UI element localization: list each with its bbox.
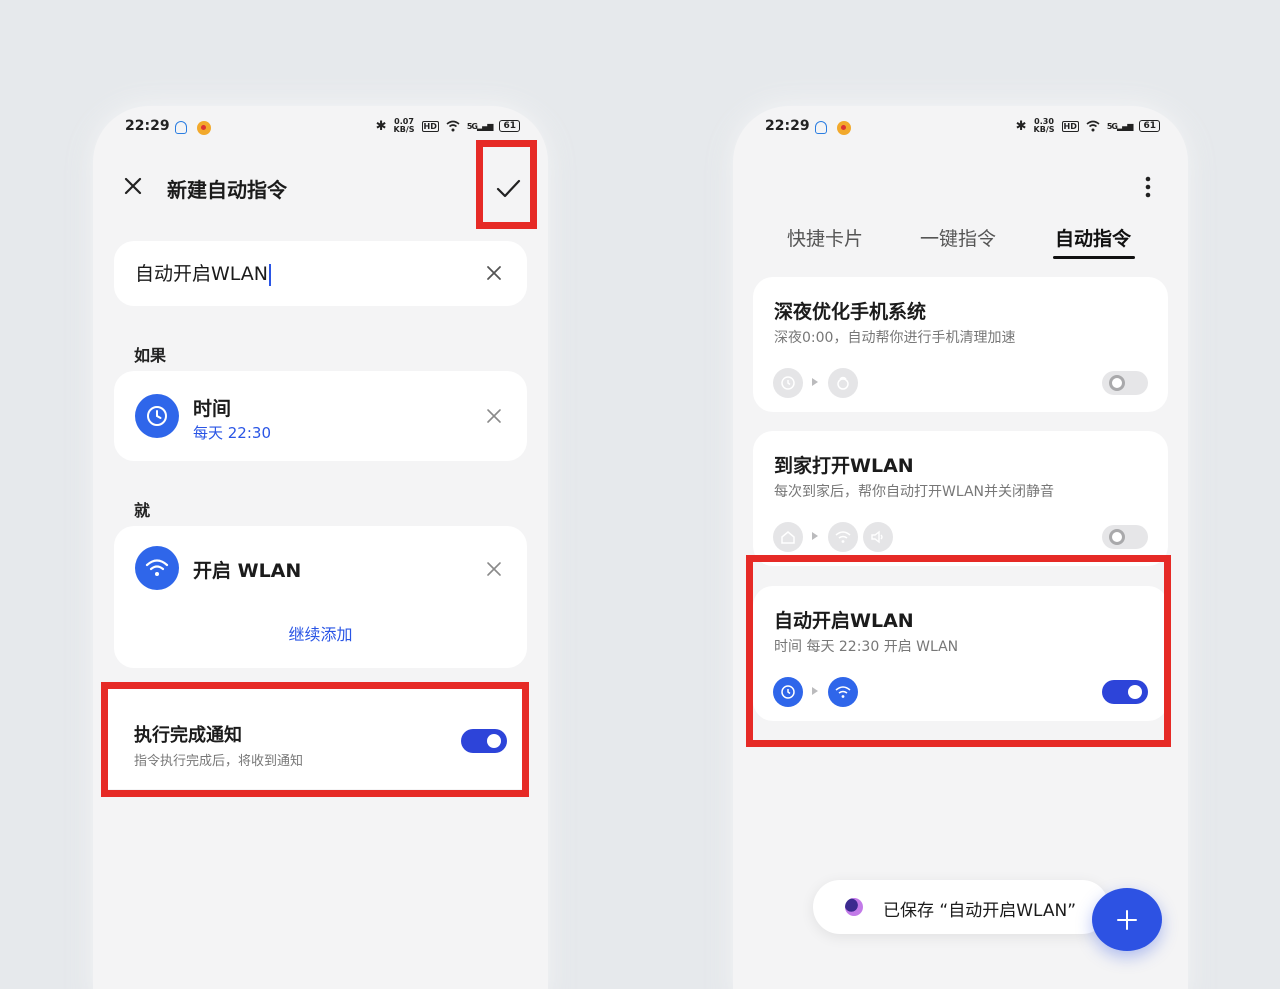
battery-icon: 61: [1139, 120, 1160, 132]
clock-icon: [773, 368, 803, 398]
then-section-label: 就: [134, 501, 151, 520]
auto-command-title: 深夜优化手机系统: [774, 301, 927, 323]
plus-icon: [1117, 909, 1137, 930]
app-notification-icon: [197, 121, 211, 135]
add-more-link[interactable]: 继续添加: [114, 621, 527, 645]
highlight-confirm: [476, 140, 537, 229]
status-bar: 22:29 ✱ 0.07 KB/S HD 5G▂▄▆ 61: [125, 118, 520, 138]
network-speed: 0.30 KB/S: [1033, 117, 1055, 134]
condition-title: 时间: [193, 398, 232, 420]
hd-badge: HD: [1061, 120, 1079, 132]
auto-command-subtitle: 深夜0:00，自动帮你进行手机清理加速: [774, 330, 1016, 346]
auto-command-card[interactable]: 到家打开WLAN 每次到家后，帮你自动打开WLAN并关闭静音: [753, 431, 1168, 566]
status-time: 22:29: [765, 118, 810, 134]
assistant-icon: [845, 898, 863, 916]
bluetooth-icon: ✱: [375, 118, 387, 134]
notification-bell-icon: [815, 121, 827, 134]
status-time: 22:29: [125, 118, 170, 134]
page-title: 新建自动指令: [167, 178, 287, 202]
action-card: 开启 WLAN 继续添加: [114, 526, 527, 668]
wifi-icon: [135, 546, 179, 590]
cleanup-icon: [828, 368, 858, 398]
close-icon[interactable]: [123, 176, 143, 196]
left-phone-screen: 22:29 ✱ 0.07 KB/S HD 5G▂▄▆ 61 新建自动指令 自动开启…: [93, 106, 548, 989]
signal-icon: 5G▂▄▆: [466, 121, 494, 131]
condition-subtitle: 每天 22:30: [193, 424, 271, 442]
auto-command-card[interactable]: 深夜优化手机系统 深夜0:00，自动帮你进行手机清理加速: [753, 277, 1168, 412]
command-name-input[interactable]: 自动开启WLAN: [135, 259, 271, 286]
action-title: 开启 WLAN: [193, 560, 302, 582]
signal-icon: 5G▂▄▆: [1106, 121, 1134, 131]
hd-badge: HD: [421, 120, 439, 132]
notification-bell-icon: [175, 121, 187, 134]
tab-quick-cards[interactable]: 快捷卡片: [787, 224, 863, 251]
arrow-icon: [812, 378, 818, 386]
clock-icon: [135, 394, 179, 438]
auto-command-subtitle: 每次到家后，帮你自动打开WLAN并关闭静音: [774, 484, 1055, 500]
auto-command-toggle[interactable]: [1102, 525, 1148, 549]
highlight-notification: [101, 682, 529, 797]
active-tab-indicator: [1053, 256, 1135, 259]
command-name-field[interactable]: 自动开启WLAN: [114, 241, 527, 306]
right-phone-screen: 22:29 ✱ 0.30 KB/S HD 5G▂▄▆ 61 快捷卡片 一键指令 自…: [733, 106, 1188, 989]
condition-card[interactable]: 时间 每天 22:30: [114, 371, 527, 461]
bluetooth-icon: ✱: [1015, 118, 1027, 134]
if-section-label: 如果: [134, 346, 167, 365]
more-options-icon[interactable]: [1145, 176, 1151, 198]
tab-one-tap[interactable]: 一键指令: [920, 224, 996, 251]
home-icon: [773, 522, 803, 552]
battery-icon: 61: [499, 120, 520, 132]
arrow-icon: [812, 532, 818, 540]
auto-command-toggle[interactable]: [1102, 371, 1148, 395]
highlight-new-command: [746, 555, 1171, 747]
saved-toast: 已保存 “自动开启WLAN”: [813, 880, 1109, 934]
wifi-status-icon: [446, 120, 460, 132]
wifi-status-icon: [1086, 120, 1100, 132]
status-bar: 22:29 ✱ 0.30 KB/S HD 5G▂▄▆ 61: [765, 118, 1160, 138]
mute-icon: [863, 522, 893, 552]
network-speed: 0.07 KB/S: [393, 117, 415, 134]
wifi-icon: [828, 522, 858, 552]
remove-condition-icon[interactable]: [485, 407, 503, 425]
toast-text: 已保存 “自动开启WLAN”: [883, 901, 1077, 921]
add-command-button[interactable]: [1092, 888, 1162, 951]
clear-icon[interactable]: [485, 264, 503, 282]
tab-auto-commands[interactable]: 自动指令: [1055, 224, 1131, 251]
auto-command-title: 到家打开WLAN: [774, 455, 914, 477]
remove-action-icon[interactable]: [485, 560, 503, 578]
app-notification-icon: [837, 121, 851, 135]
